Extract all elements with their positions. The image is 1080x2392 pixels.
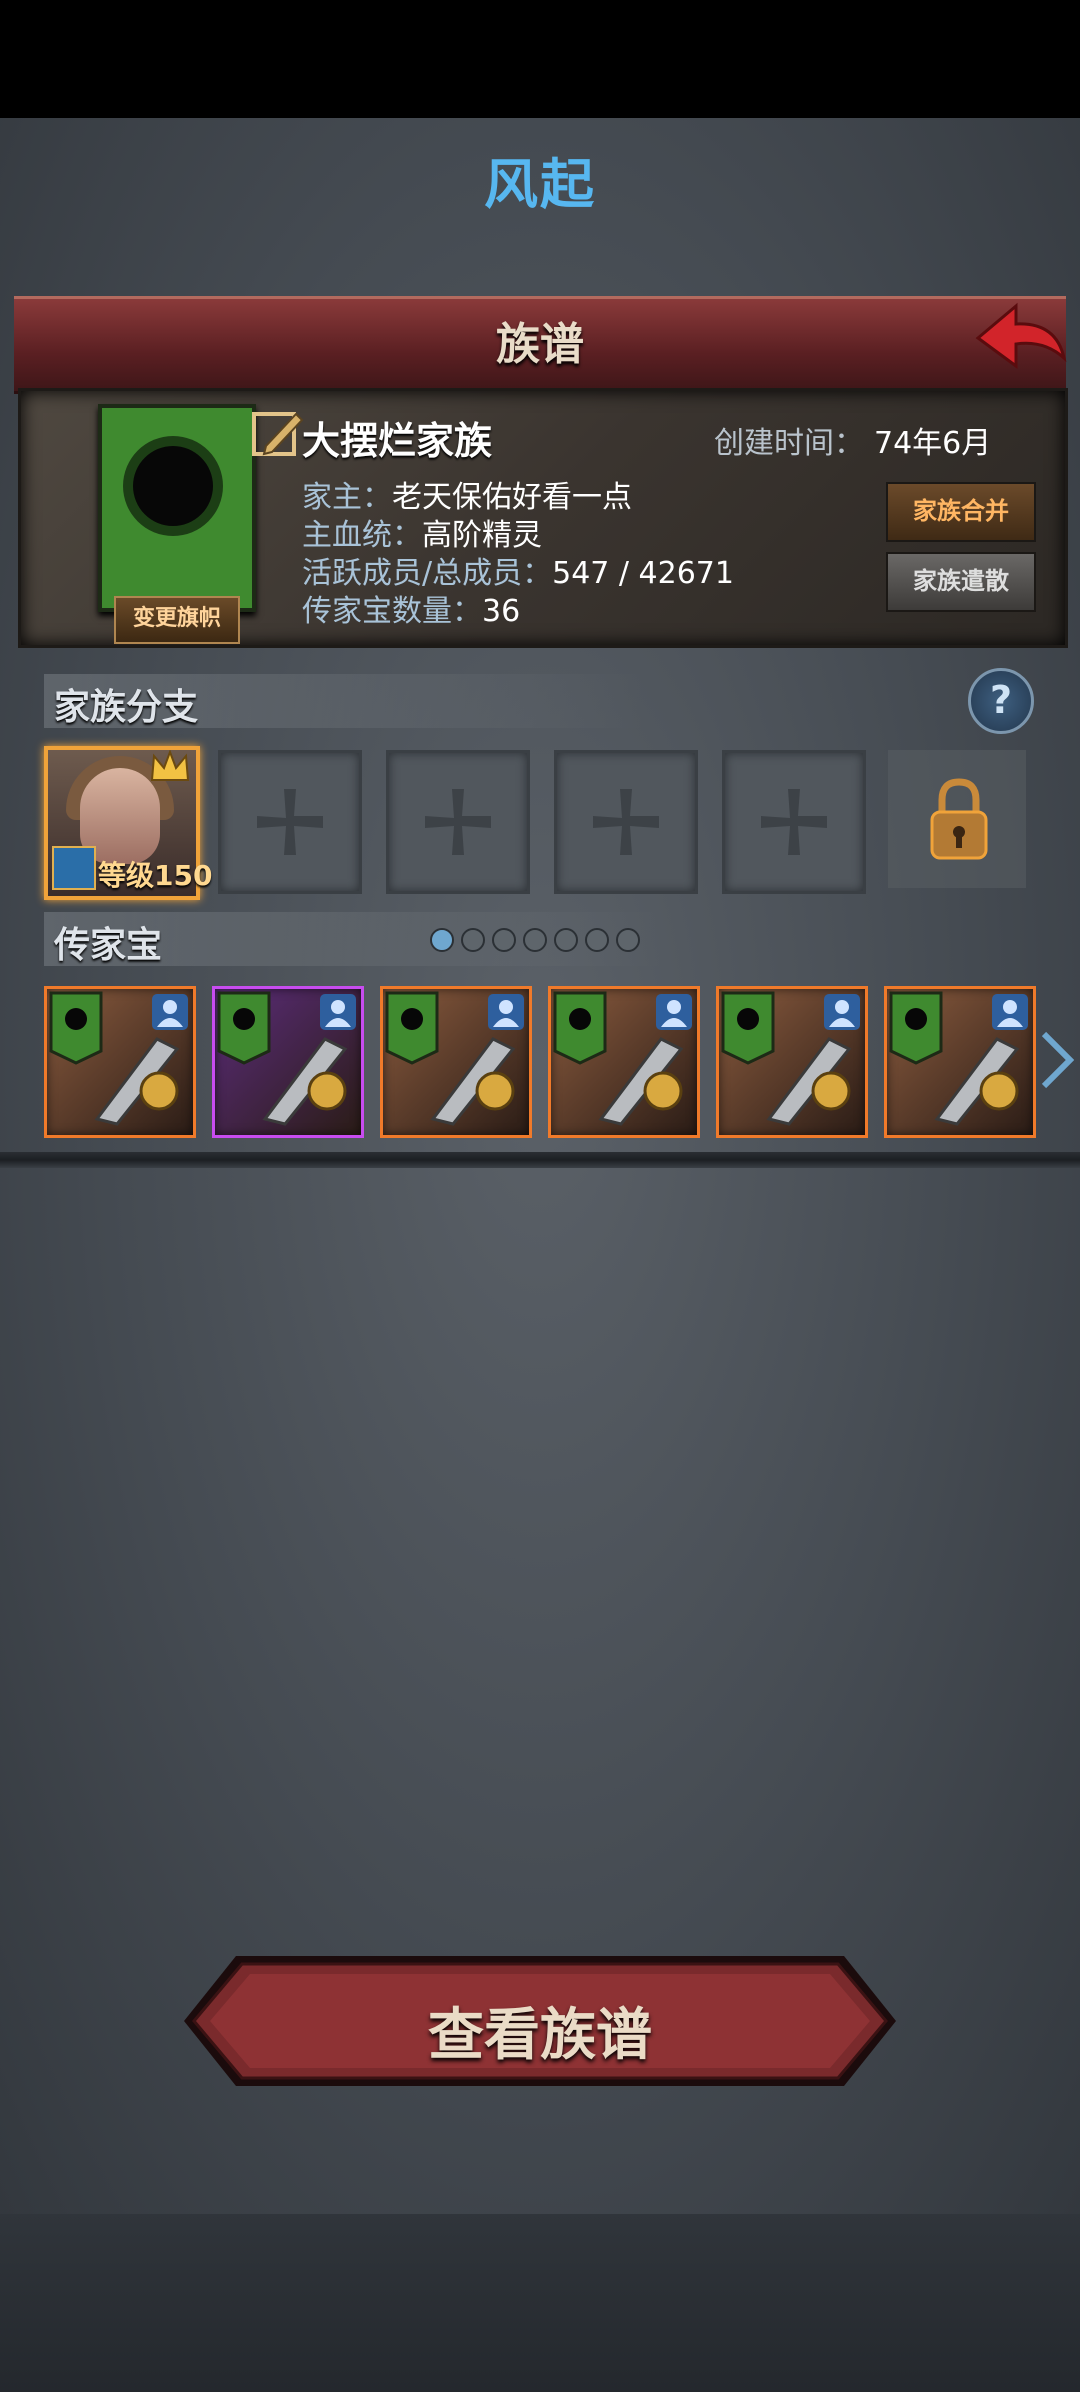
heirloom-count-label: 传家宝数量： <box>302 594 482 629</box>
user-icon <box>656 994 692 1030</box>
page-dot[interactable] <box>461 928 485 952</box>
user-icon <box>320 994 356 1030</box>
created-label: 创建时间： <box>714 426 864 461</box>
edit-name-icon[interactable] <box>250 406 306 462</box>
clan-name: 大摆烂家族 <box>302 419 493 463</box>
gold-shield-icon <box>598 1037 684 1126</box>
heirloom-slot[interactable] <box>212 986 364 1138</box>
branch-member-slot[interactable]: 等级150 <box>44 746 212 900</box>
gauntlet-icon <box>262 1037 348 1126</box>
page-dot[interactable] <box>523 928 547 952</box>
page-dot[interactable] <box>616 928 640 952</box>
plus-cross-icon <box>593 789 659 855</box>
user-icon <box>824 994 860 1030</box>
disband-clan-button[interactable]: 家族遣散 <box>886 552 1036 612</box>
next-page-arrow-icon[interactable] <box>1040 1030 1074 1090</box>
heirlooms-title: 传家宝 <box>54 925 163 966</box>
plus-cross-icon <box>257 789 323 855</box>
branch-empty-slot[interactable] <box>554 750 698 894</box>
plus-cross-icon <box>425 789 491 855</box>
branch-locked-slot[interactable] <box>888 750 1026 888</box>
bottom-bar <box>0 2214 1080 2392</box>
branch-empty-slot[interactable] <box>218 750 362 894</box>
heirloom-slot[interactable] <box>716 986 868 1138</box>
user-icon <box>152 994 188 1030</box>
green-armor-icon <box>430 1037 516 1126</box>
branches-title: 家族分支 <box>54 687 199 728</box>
sword-icon <box>94 1037 180 1126</box>
class-sword-icon <box>52 846 96 890</box>
banner-emblem-icon <box>133 446 213 526</box>
page-dot[interactable] <box>554 928 578 952</box>
gold-armor-icon <box>766 1037 852 1126</box>
heirloom-count-line: 传家宝数量：36 <box>302 586 520 630</box>
crown-icon <box>150 750 190 781</box>
silver-armor-icon <box>934 1037 1020 1126</box>
merge-clan-button[interactable]: 家族合并 <box>886 482 1036 542</box>
user-icon <box>992 994 1028 1030</box>
page-title: 族谱 <box>496 319 584 370</box>
page-dot[interactable] <box>585 928 609 952</box>
page-dot[interactable] <box>492 928 516 952</box>
padlock-icon <box>930 778 988 860</box>
section-divider <box>0 1152 1080 1168</box>
view-family-tree-label: 查看族谱 <box>428 2003 652 2068</box>
help-button[interactable]: ? <box>968 668 1034 734</box>
page-dot[interactable] <box>430 928 454 952</box>
page-indicator <box>430 928 647 956</box>
clan-banner[interactable] <box>98 404 256 612</box>
plus-cross-icon <box>761 789 827 855</box>
branch-empty-slot[interactable] <box>386 750 530 894</box>
heirloom-slot[interactable] <box>44 986 196 1138</box>
created-value: 74年6月 <box>874 426 992 461</box>
back-arrow-icon[interactable] <box>972 300 1068 374</box>
heirloom-slot[interactable] <box>548 986 700 1138</box>
top-title: 风起 <box>484 153 596 216</box>
member-level: 等级150 <box>98 859 213 892</box>
members-value: 547 / 42671 <box>552 556 734 591</box>
change-flag-button[interactable]: 变更旗帜 <box>114 596 240 644</box>
user-icon <box>488 994 524 1030</box>
heirloom-slot[interactable] <box>884 986 1036 1138</box>
heirloom-slot[interactable] <box>380 986 532 1138</box>
branch-empty-slot[interactable] <box>722 750 866 894</box>
heirloom-count-value: 36 <box>482 594 521 629</box>
